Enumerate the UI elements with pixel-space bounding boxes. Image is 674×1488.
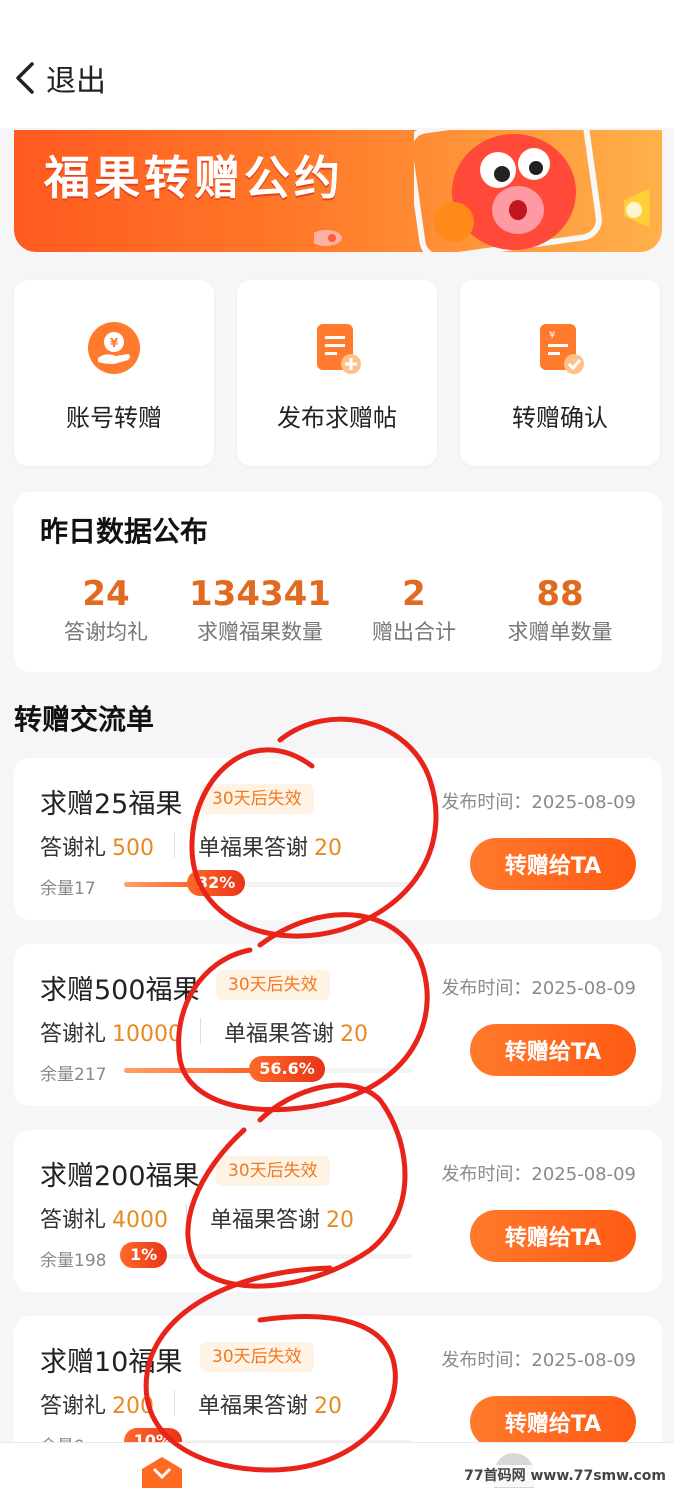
svg-text:¥: ¥ bbox=[110, 336, 119, 350]
yesterday-stats-card: 昨日数据公布 24 答谢均礼 134341 求赠福果数量 2 赠出合计 88 求… bbox=[14, 492, 662, 672]
action-label: 转赠确认 bbox=[512, 404, 608, 432]
request-title: 求赠500福果 bbox=[40, 975, 200, 1006]
progress-percent: 32% bbox=[187, 870, 246, 896]
per-gift-value: 20 bbox=[314, 1394, 343, 1419]
stat-value: 88 bbox=[536, 574, 584, 614]
receipt-check-icon: ¥ bbox=[540, 324, 584, 374]
expiry-badge: 30天后失效 bbox=[200, 1342, 314, 1372]
gift-label: 答谢礼 4000 bbox=[40, 1202, 168, 1234]
bottom-tab-bar: 77首码网 www.77smw.com bbox=[0, 1442, 674, 1488]
gift-label: 答谢礼 500 bbox=[40, 830, 154, 862]
gift-value: 10000 bbox=[112, 1022, 183, 1047]
per-gift-label: 单福果答谢 20 bbox=[210, 1202, 354, 1234]
gift-label-text: 答谢礼 bbox=[40, 1022, 107, 1047]
stat-value: 134341 bbox=[189, 574, 331, 614]
gift-value: 200 bbox=[112, 1394, 155, 1419]
watermark: 77首码网 www.77smw.com bbox=[460, 1465, 670, 1487]
per-gift-label: 单福果答谢 20 bbox=[198, 1388, 342, 1420]
gift-label-text: 答谢礼 bbox=[40, 836, 107, 861]
transfer-to-ta-button[interactable]: 转赠给TA bbox=[470, 838, 636, 890]
transfer-to-ta-button[interactable]: 转赠给TA bbox=[470, 1024, 636, 1076]
top-header: 退出 bbox=[0, 0, 674, 128]
rocket-icon bbox=[308, 230, 342, 246]
progress-track bbox=[124, 1254, 412, 1259]
request-card: 求赠500福果 30天后失效 发布时间：2025-08-09 答谢礼 10000 … bbox=[14, 944, 662, 1106]
publish-time: 发布时间：2025-08-09 bbox=[441, 1350, 636, 1371]
transfer-to-ta-button[interactable]: 转赠给TA bbox=[470, 1210, 636, 1262]
stat-item: 88 求赠单数量 bbox=[480, 574, 640, 646]
back-button[interactable]: 退出 bbox=[12, 56, 106, 100]
per-gift-label: 单福果答谢 20 bbox=[224, 1016, 368, 1048]
stat-item: 134341 求赠福果数量 bbox=[180, 574, 340, 646]
per-gift-value: 20 bbox=[340, 1022, 369, 1047]
transfer-confirm-card[interactable]: ¥ 转赠确认 bbox=[460, 280, 660, 466]
gift-label: 答谢礼 10000 bbox=[40, 1016, 182, 1048]
stat-label: 求赠福果数量 bbox=[197, 620, 323, 644]
gift-value: 500 bbox=[112, 836, 155, 861]
request-title: 求赠10福果 bbox=[40, 1347, 183, 1378]
divider bbox=[186, 1204, 187, 1230]
request-card: 求赠25福果 30天后失效 发布时间：2025-08-09 答谢礼 500 单福果… bbox=[14, 758, 662, 920]
request-title: 求赠25福果 bbox=[40, 789, 183, 820]
home-tab-icon[interactable] bbox=[138, 1455, 186, 1488]
per-gift-text: 单福果答谢 bbox=[198, 836, 309, 861]
request-card: 求赠200福果 30天后失效 发布时间：2025-08-09 答谢礼 4000 单… bbox=[14, 1130, 662, 1292]
publish-time: 发布时间：2025-08-09 bbox=[441, 1164, 636, 1185]
document-add-icon bbox=[317, 324, 361, 374]
per-gift-text: 单福果答谢 bbox=[198, 1394, 309, 1419]
stat-label: 求赠单数量 bbox=[507, 620, 613, 644]
action-label: 发布求赠帖 bbox=[277, 404, 397, 432]
remaining-label: 余量198 bbox=[40, 1251, 107, 1271]
progress-percent: 56.6% bbox=[249, 1056, 325, 1082]
stat-value: 24 bbox=[82, 574, 130, 614]
action-label: 账号转赠 bbox=[66, 404, 162, 432]
mascot-illustration bbox=[414, 130, 650, 252]
stat-label: 赠出合计 bbox=[372, 620, 456, 644]
remaining-label: 余量217 bbox=[40, 1065, 107, 1085]
list-title: 转赠交流单 bbox=[14, 703, 155, 736]
publish-request-card[interactable]: 发布求赠帖 bbox=[237, 280, 437, 466]
expiry-badge: 30天后失效 bbox=[200, 784, 314, 814]
back-label: 退出 bbox=[46, 64, 106, 99]
expiry-badge: 30天后失效 bbox=[216, 970, 330, 1000]
svg-text:¥: ¥ bbox=[549, 330, 555, 341]
chevron-left-icon bbox=[16, 62, 34, 94]
banner-title: 福果转赠公约 bbox=[44, 151, 344, 205]
progress-percent: 1% bbox=[120, 1242, 168, 1268]
transfer-to-ta-button[interactable]: 转赠给TA bbox=[470, 1396, 636, 1448]
publish-time: 发布时间：2025-08-09 bbox=[441, 792, 636, 813]
gift-value: 4000 bbox=[112, 1208, 169, 1233]
account-transfer-card[interactable]: ¥ 账号转赠 bbox=[14, 280, 214, 466]
request-title: 求赠200福果 bbox=[40, 1161, 200, 1192]
divider bbox=[174, 1390, 175, 1416]
promo-banner[interactable]: 福果转赠公约 bbox=[14, 130, 662, 252]
gift-label: 答谢礼 200 bbox=[40, 1388, 154, 1420]
stat-value: 2 bbox=[402, 574, 426, 614]
remaining-label: 余量17 bbox=[40, 879, 96, 899]
per-gift-text: 单福果答谢 bbox=[210, 1208, 321, 1233]
gift-label-text: 答谢礼 bbox=[40, 1394, 107, 1419]
gift-label-text: 答谢礼 bbox=[40, 1208, 107, 1233]
divider bbox=[200, 1018, 201, 1044]
stat-label: 答谢均礼 bbox=[64, 620, 148, 644]
stat-item: 2 赠出合计 bbox=[334, 574, 494, 646]
per-gift-text: 单福果答谢 bbox=[224, 1022, 335, 1047]
divider bbox=[174, 832, 175, 858]
progress-track bbox=[124, 882, 412, 887]
per-gift-label: 单福果答谢 20 bbox=[198, 830, 342, 862]
per-gift-value: 20 bbox=[326, 1208, 355, 1233]
per-gift-value: 20 bbox=[314, 836, 343, 861]
stats-title: 昨日数据公布 bbox=[40, 515, 209, 548]
yuan-hand-icon: ¥ bbox=[88, 322, 140, 374]
stat-item: 24 答谢均礼 bbox=[26, 574, 186, 646]
publish-time: 发布时间：2025-08-09 bbox=[441, 978, 636, 999]
expiry-badge: 30天后失效 bbox=[216, 1156, 330, 1186]
